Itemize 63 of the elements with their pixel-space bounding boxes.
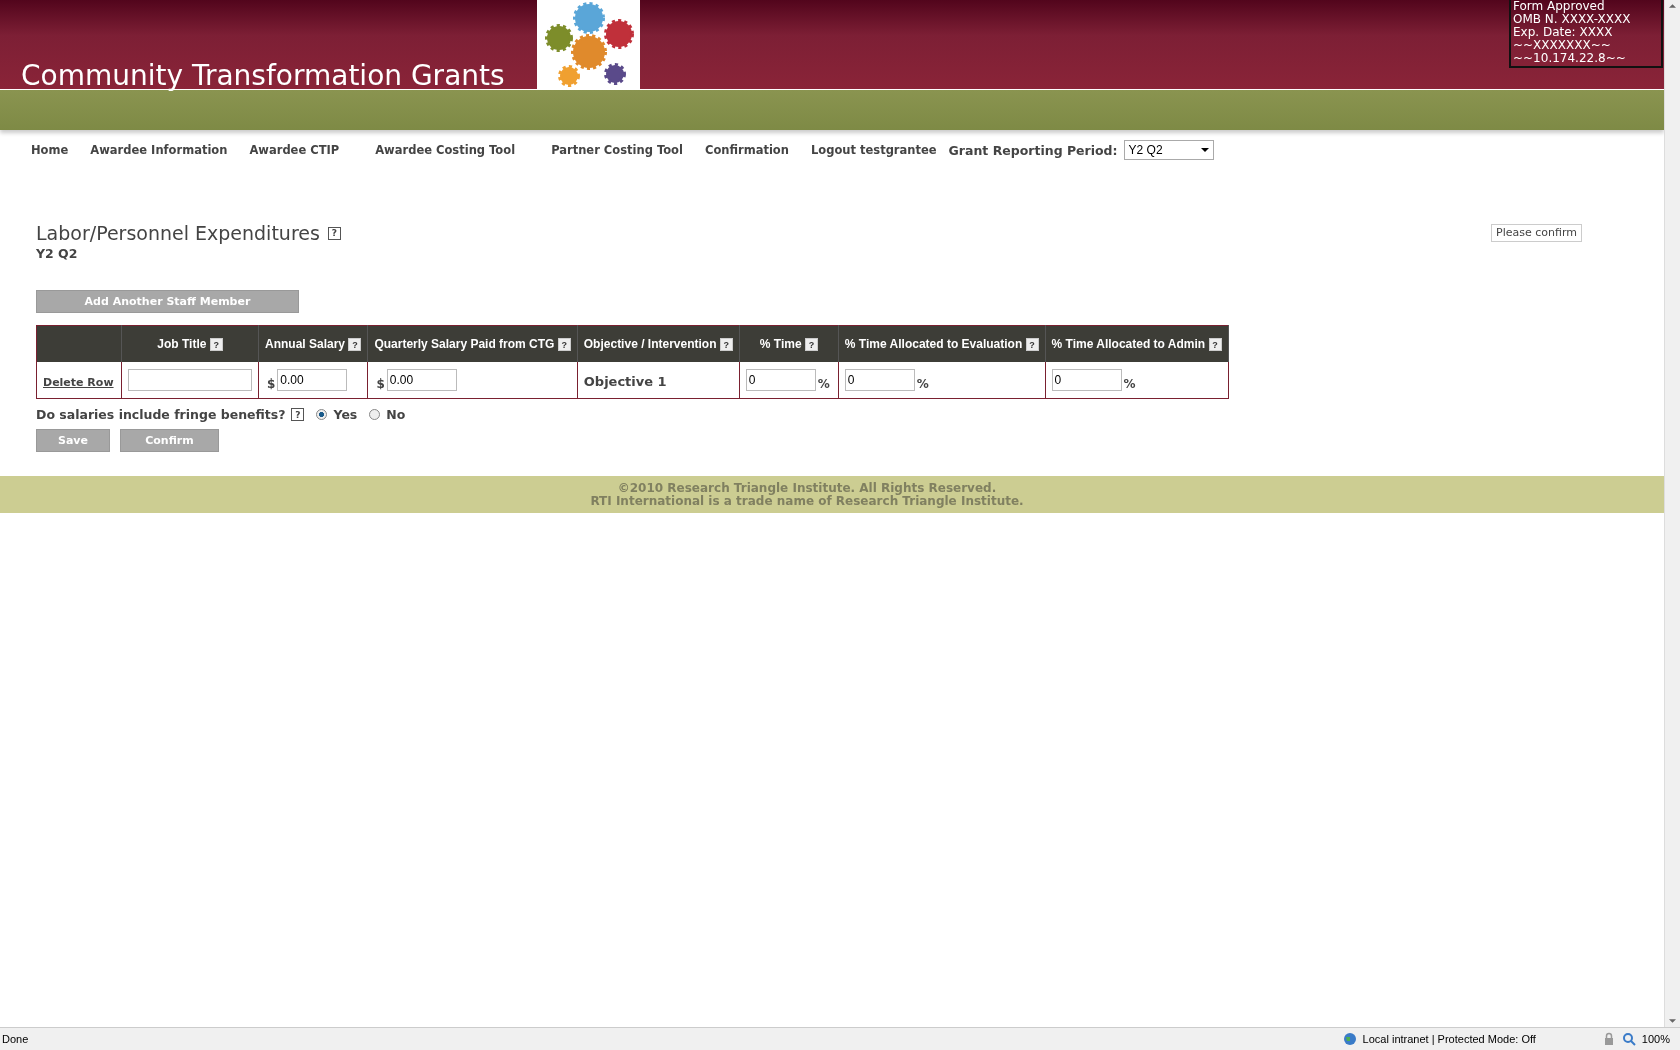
form-info-line: Form Approved (1513, 0, 1606, 13)
form-info-line: Exp. Date: XXXX (1513, 26, 1614, 39)
globe-icon (1342, 1032, 1357, 1046)
magnifier-icon (1621, 1032, 1636, 1046)
site-title: Community Transformation Grants (20, 59, 506, 93)
help-icon[interactable]: ? (1025, 338, 1039, 352)
help-icon[interactable]: ? (557, 338, 571, 352)
salary-input[interactable]: 0.00 (386, 369, 457, 391)
page-heading: Labor/Personnel Expenditures (36, 222, 320, 244)
column-header: Objective / Intervention (583, 336, 717, 351)
percent-input[interactable]: 0 (745, 369, 816, 391)
percent-sign: % (817, 377, 830, 391)
objective-text: Objective 1 (583, 373, 667, 389)
nav-link[interactable]: Awardee Costing Tool (375, 143, 516, 157)
percent-sign: % (1123, 377, 1136, 391)
radio-label: No (386, 407, 406, 422)
column-header: Quarterly Salary Paid from CTG (374, 336, 555, 351)
help-icon[interactable]: ? (209, 338, 223, 352)
help-icon[interactable]: ? (291, 408, 305, 421)
security-zone-text: Local intranet | Protected Mode: Off (1362, 1033, 1536, 1045)
column-header: % Time (759, 336, 802, 351)
radio-button[interactable] (316, 409, 328, 420)
nav-link[interactable]: Logout testgrantee (810, 143, 937, 157)
scroll-up-icon[interactable] (1669, 4, 1676, 8)
nav-link[interactable]: Partner Costing Tool (551, 143, 683, 157)
fringe-question: Do salaries include fringe benefits? (36, 407, 286, 422)
job-title-input[interactable] (128, 369, 252, 391)
footer-text: ©2010 Research Triangle Institute. All Rights Reserved. (616, 481, 997, 495)
nav-link[interactable]: Home (31, 143, 69, 157)
radio-label: Yes (333, 407, 358, 422)
percent-input[interactable]: 0 (844, 369, 915, 391)
help-icon[interactable]: ? (1208, 338, 1222, 352)
help-icon[interactable]: ? (327, 226, 341, 240)
currency-sign: $ (267, 377, 276, 391)
percent-input[interactable]: 0 (1051, 369, 1122, 391)
help-icon[interactable]: ? (804, 338, 818, 352)
zoom-level[interactable]: 100% (1641, 1033, 1670, 1045)
confirm-notice: Please confirm (1491, 224, 1582, 242)
help-icon[interactable]: ? (348, 338, 362, 352)
form-info-line: ~~10.174.22.8~~ (1513, 52, 1627, 65)
nav-link[interactable]: Awardee Information (90, 143, 228, 157)
form-info-line: OMB N. XXXX-XXXX (1513, 13, 1632, 26)
delete-row-link[interactable]: Delete Row (43, 375, 114, 389)
column-header: Job Title (157, 336, 207, 351)
salary-input[interactable]: 0.00 (277, 369, 348, 391)
period-label: Grant Reporting Period: (948, 142, 1118, 158)
percent-sign: % (916, 377, 929, 391)
currency-sign: $ (376, 377, 385, 391)
caret-icon (1200, 148, 1209, 152)
period-dropdown[interactable]: Y2 Q2 (1123, 140, 1214, 160)
status-text: Done (2, 1033, 29, 1045)
help-icon[interactable]: ? (719, 338, 733, 352)
scroll-down-icon[interactable] (1669, 1019, 1676, 1023)
column-header: % Time Allocated to Admin (1051, 336, 1206, 351)
radio-button[interactable] (369, 409, 381, 420)
form-info-line: ~~XXXXXXX~~ (1513, 39, 1612, 52)
column-header: Annual Salary (265, 336, 346, 351)
column-header: % Time Allocated to Evaluation (844, 336, 1023, 351)
scrollbar[interactable] (1664, 0, 1680, 1027)
nav-link[interactable]: Awardee CTIP (249, 143, 340, 157)
footer-text: RTI International is a trade name of Research Triangle Institute. (589, 494, 1025, 508)
nav-link[interactable]: Confirmation (704, 143, 789, 157)
period-subheading: Y2 Q2 (36, 246, 79, 261)
